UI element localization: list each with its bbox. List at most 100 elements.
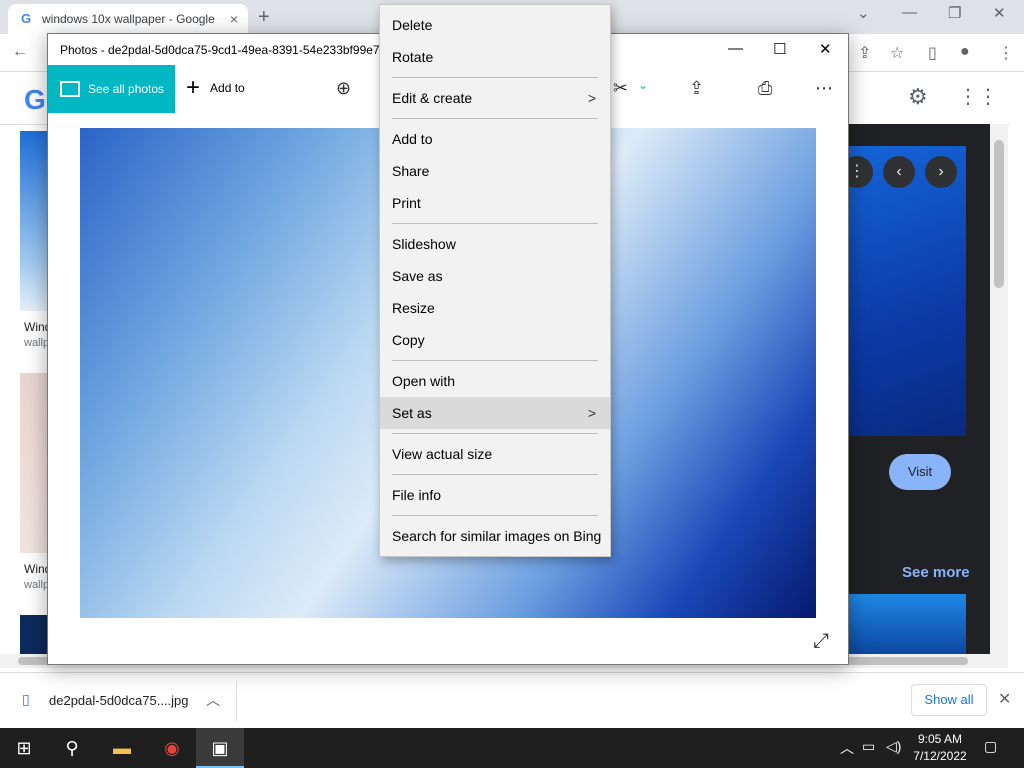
photos-minimize-icon[interactable]: — [728, 40, 743, 57]
menu-separator [392, 118, 598, 119]
close-download-bar-icon[interactable]: ✕ [998, 689, 1011, 709]
download-bar: ▯ de2pdal-5d0dca75....jpg ︿ Show all ✕ [0, 672, 1024, 728]
chevron-right-icon: > [587, 90, 596, 106]
menu-item-label: Copy [392, 332, 425, 348]
menu-item-label: File info [392, 487, 442, 503]
chrome-icon[interactable]: ◉ [148, 728, 196, 768]
clock-date: 7/12/2022 [913, 749, 967, 763]
tab-close-icon[interactable]: × [230, 11, 238, 27]
side-panel-icon[interactable]: ▯ [928, 43, 937, 63]
menu-item-share[interactable]: Share [380, 155, 610, 187]
new-tab-button[interactable]: + [258, 4, 270, 30]
bookmark-star-icon[interactable]: ☆ [890, 43, 904, 63]
taskbar: ⊞ ⚲ ▬ ◉ ▣ ︿ ▭ ◁) 9:05 AM 7/12/2022 ▢ [0, 728, 1024, 768]
file-icon: ▯ [22, 691, 30, 707]
result-source: wallp [24, 579, 50, 591]
menu-item-edit-create[interactable]: Edit & create > [380, 82, 610, 114]
menu-item-label: Rotate [392, 49, 434, 65]
chevron-up-icon[interactable]: ︿ [206, 690, 220, 710]
photos-close-icon[interactable]: ✕ [819, 40, 832, 58]
add-to-button[interactable]: + Add to [186, 76, 245, 100]
google-logo[interactable]: G [24, 84, 46, 116]
menu-item-copy[interactable]: Copy [380, 324, 610, 356]
google-apps-icon[interactable]: ⋮⋮ [958, 84, 998, 109]
clock-time: 9:05 AM [917, 732, 963, 746]
browser-menu-icon[interactable]: ⋮ [998, 43, 1014, 63]
volume-icon[interactable]: ◁) [886, 738, 901, 755]
see-more-link[interactable]: See more [902, 564, 970, 581]
menu-item-view-actual-size[interactable]: View actual size [380, 438, 610, 470]
add-to-label: Add to [210, 81, 245, 95]
menu-item-set-as[interactable]: Set as > [380, 397, 610, 429]
chevron-down-icon[interactable]: ⌄ [638, 78, 648, 92]
related-image[interactable] [848, 594, 966, 654]
browser-tab[interactable]: G windows 10x wallpaper - Google × [8, 4, 248, 34]
more-icon[interactable]: ⋯ [815, 78, 833, 99]
menu-item-label: Add to [392, 131, 433, 147]
menu-item-search-bing[interactable]: Search for similar images on Bing [380, 520, 610, 552]
network-icon[interactable]: ▭ [862, 738, 875, 755]
scrollbar-thumb[interactable] [994, 140, 1004, 288]
menu-item-resize[interactable]: Resize [380, 292, 610, 324]
menu-item-rotate[interactable]: Rotate [380, 41, 610, 73]
menu-separator [392, 515, 598, 516]
photos-app-icon[interactable]: ▣ [196, 728, 244, 768]
edit-image-icon[interactable]: ✂ [613, 78, 628, 99]
see-all-photos-button[interactable]: See all photos [48, 65, 175, 113]
notifications-icon[interactable]: ▢ [984, 738, 997, 755]
menu-item-label: Open with [392, 373, 456, 389]
restore-icon[interactable]: ❐ [948, 4, 961, 22]
previous-icon[interactable]: ‹ [883, 156, 915, 188]
chevron-right-icon: > [587, 405, 596, 421]
divider [236, 681, 237, 721]
menu-item-save-as[interactable]: Save as [380, 260, 610, 292]
share-icon[interactable]: ⇪ [858, 43, 871, 63]
vertical-scrollbar[interactable] [990, 124, 1008, 654]
menu-separator [392, 223, 598, 224]
photos-window-title: Photos - de2pdal-5d0dca75-9cd1-49ea-8391… [60, 43, 380, 57]
menu-item-open-with[interactable]: Open with [380, 365, 610, 397]
share-icon[interactable]: ⇪ [689, 78, 704, 99]
preview-image[interactable] [848, 146, 966, 436]
settings-gear-icon[interactable]: ⚙ [908, 84, 928, 110]
show-all-button[interactable]: Show all [911, 684, 987, 716]
back-icon[interactable]: ← [12, 43, 28, 61]
menu-item-file-info[interactable]: File info [380, 479, 610, 511]
menu-item-delete[interactable]: Delete [380, 9, 610, 41]
zoom-in-icon[interactable]: ⊕ [336, 78, 351, 99]
menu-item-label: Edit & create [392, 90, 473, 106]
menu-separator [392, 77, 598, 78]
tray-chevron-up-icon[interactable]: ︿ [840, 738, 854, 758]
menu-item-label: View actual size [392, 446, 493, 462]
menu-item-add-to[interactable]: Add to [380, 123, 610, 155]
next-icon[interactable]: › [925, 156, 957, 188]
full-screen-icon[interactable]: ⤢ [813, 630, 829, 653]
menu-item-label: Delete [392, 17, 433, 33]
menu-separator [392, 360, 598, 361]
menu-item-label: Slideshow [392, 236, 456, 252]
menu-item-label: Resize [392, 300, 435, 316]
print-icon[interactable]: ⎙ [758, 78, 772, 99]
google-favicon-icon: G [20, 11, 32, 26]
start-windows-icon[interactable]: ⊞ [0, 728, 48, 768]
menu-item-label: Share [392, 163, 430, 179]
image-preview-panel: ⋮ ‹ › Visit See more [841, 124, 990, 654]
tab-title: windows 10x wallpaper - Google [42, 12, 215, 26]
see-all-photos-label: See all photos [88, 82, 165, 96]
menu-separator [392, 474, 598, 475]
search-icon[interactable]: ⚲ [48, 728, 96, 768]
menu-item-print[interactable]: Print [380, 187, 610, 219]
menu-item-slideshow[interactable]: Slideshow [380, 228, 610, 260]
menu-item-label: Save as [392, 268, 443, 284]
minimize-icon[interactable]: — [902, 4, 917, 21]
visit-button[interactable]: Visit [889, 454, 951, 490]
profile-avatar-icon[interactable]: ● [960, 43, 970, 61]
photos-maximize-icon[interactable]: ☐ [773, 40, 786, 58]
clock[interactable]: 9:05 AM 7/12/2022 [908, 731, 972, 765]
download-filename[interactable]: de2pdal-5d0dca75....jpg [49, 693, 189, 708]
close-window-icon[interactable]: ✕ [993, 4, 1006, 22]
menu-item-label: Set as [392, 405, 432, 421]
menu-item-label: Print [392, 195, 421, 211]
file-explorer-icon[interactable]: ▬ [98, 728, 146, 768]
tab-search-icon[interactable]: ⌄ [857, 4, 870, 22]
